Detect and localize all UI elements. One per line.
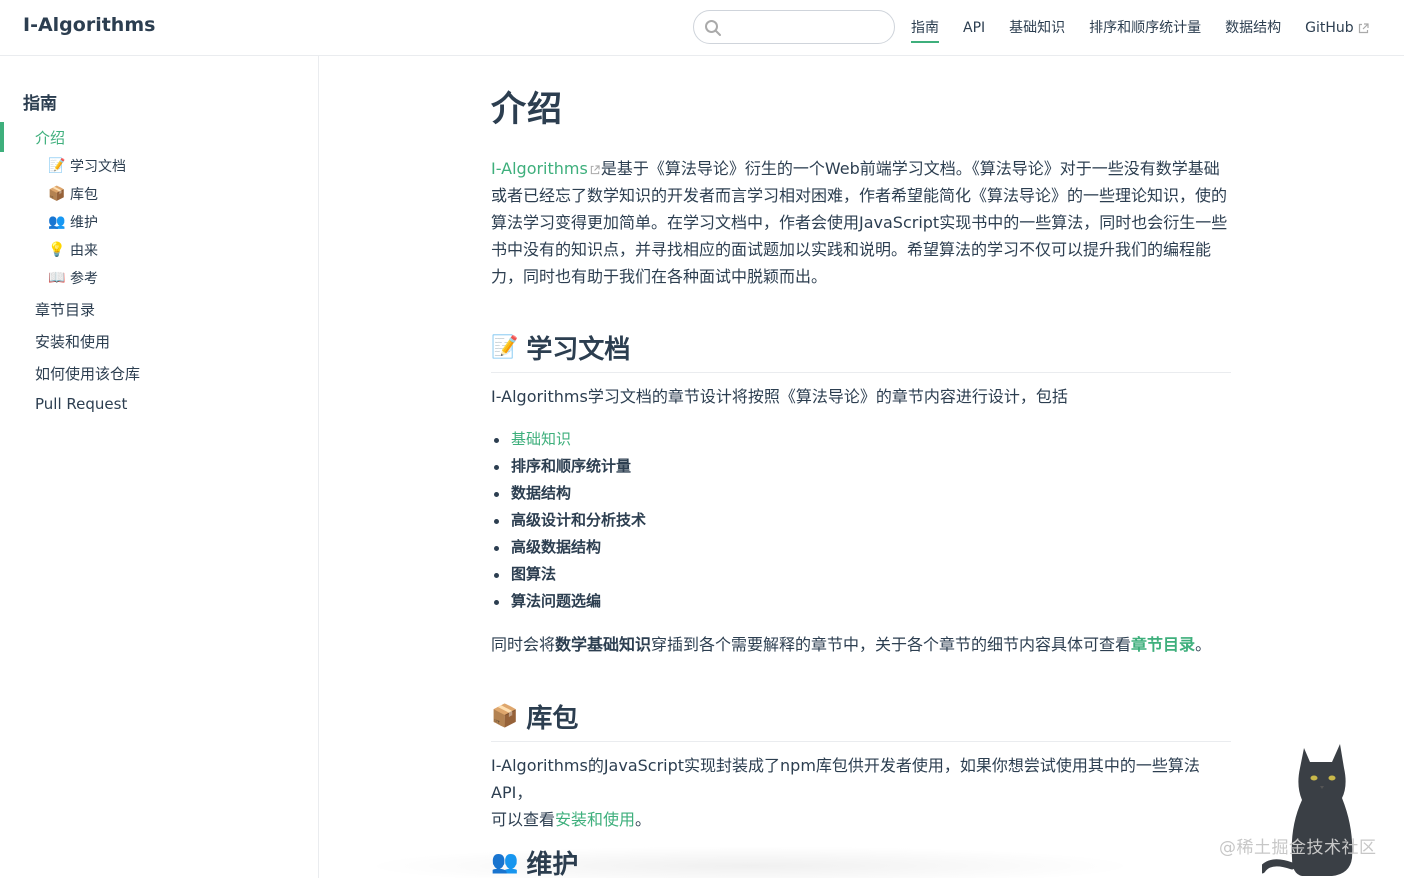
list-item: 排序和顺序统计量 bbox=[491, 453, 646, 480]
nav-item-guide[interactable]: 指南 bbox=[911, 0, 939, 56]
section-title: 库包 bbox=[526, 704, 579, 734]
docs-description: I-Algorithms学习文档的章节设计将按照《算法导论》的章节内容进行设计，… bbox=[491, 387, 1068, 406]
nav-item-github[interactable]: GitHub bbox=[1305, 0, 1369, 56]
sidebar-item-how-to-use[interactable]: 如何使用该仓库 bbox=[35, 363, 140, 384]
chapter-list: 基础知识 排序和顺序统计量 数据结构 高级设计和分析技术 高级数据结构 图算法 … bbox=[491, 426, 646, 615]
nav-item-api[interactable]: API bbox=[963, 0, 985, 56]
site-name-link[interactable]: I-Algorithms bbox=[23, 14, 155, 36]
sidebar-subitem-maintain[interactable]: 👥 维护 bbox=[48, 212, 98, 232]
intro-line: 算法学习变得更加简单。在学习文档中，作者会使用JavaScript实现书中的一些… bbox=[491, 213, 1228, 232]
install-link[interactable]: 安装和使用 bbox=[555, 810, 635, 829]
note-text: 。 bbox=[1195, 635, 1212, 654]
sidebar-item-pull-request[interactable]: Pull Request bbox=[35, 395, 127, 413]
navbar: I-Algorithms 指南 API 基础知识 排序和顺序统计量 数据结构 G… bbox=[0, 0, 1404, 56]
page-title: 介绍 bbox=[491, 90, 564, 130]
list-item[interactable]: 基础知识 bbox=[491, 426, 646, 453]
memo-icon: 📝 bbox=[491, 335, 519, 360]
sidebar-heading[interactable]: 指南 bbox=[23, 89, 57, 114]
search-input[interactable] bbox=[728, 16, 888, 38]
list-item: 高级数据结构 bbox=[491, 534, 646, 561]
intro-line: I-Algorithms 是基于《算法导论》衍生的一个Web前端学习文档。《算法导… bbox=[491, 155, 1231, 182]
package-text: 。 bbox=[635, 810, 652, 829]
sidebar-item-label: 介绍 bbox=[35, 129, 66, 147]
book-icon: 📖 bbox=[48, 270, 66, 286]
search-icon bbox=[705, 20, 721, 36]
list-item: 算法问题选编 bbox=[491, 588, 646, 615]
search-box[interactable] bbox=[693, 10, 895, 44]
sidebar-subitem-label: 库包 bbox=[70, 187, 98, 203]
nav-item-data-structures[interactable]: 数据结构 bbox=[1225, 0, 1281, 56]
project-link[interactable]: I-Algorithms bbox=[491, 159, 601, 178]
section-title: 学习文档 bbox=[526, 335, 631, 365]
intro-line: 力，同时也有助于我们在各种面试中脱颖而出。 bbox=[491, 267, 828, 286]
external-link-icon bbox=[1358, 22, 1369, 33]
external-link-icon bbox=[590, 164, 600, 174]
chapters-link[interactable]: 章节目录 bbox=[1131, 635, 1195, 654]
package-paragraph: I-Algorithms的JavaScript实现封装成了npm库包供开发者使用… bbox=[491, 752, 1231, 833]
sidebar-item-chapters[interactable]: 章节目录 bbox=[35, 299, 95, 320]
note-bold-text: 数学基础知识 bbox=[555, 635, 652, 654]
bottom-shadow bbox=[360, 846, 1140, 878]
sidebar-subitem-package[interactable]: 📦 库包 bbox=[48, 184, 98, 204]
sidebar-subitem-origin[interactable]: 💡 由来 bbox=[48, 240, 98, 260]
section-heading-docs: 📝 学习文档 bbox=[491, 329, 1231, 373]
package-icon: 📦 bbox=[491, 704, 519, 729]
package-line: I-Algorithms的JavaScript实现封装成了npm库包供开发者使用… bbox=[491, 756, 1200, 802]
sidebar-item-intro[interactable]: 介绍 bbox=[0, 122, 318, 152]
note-text: 穿插到各个需要解释的章节中，关于各个章节的细节内容具体可查看 bbox=[651, 635, 1132, 654]
nav-links: 指南 API 基础知识 排序和顺序统计量 数据结构 GitHub bbox=[911, 0, 1369, 56]
docs-note: 同时会将数学基础知识穿插到各个需要解释的章节中，关于各个章节的细节内容具体可查看… bbox=[491, 631, 1231, 658]
sidebar-subitem-label: 由来 bbox=[70, 243, 98, 259]
note-text: 同时会将 bbox=[491, 635, 556, 654]
lightbulb-icon: 💡 bbox=[48, 242, 66, 258]
sidebar-subitem-label: 学习文档 bbox=[70, 159, 126, 175]
project-link-label: I-Algorithms bbox=[491, 159, 588, 178]
memo-icon: 📝 bbox=[48, 158, 66, 174]
intro-line: 或者已经忘了数学知识的开发者而言学习相对困难，作者希望能简化《算法导论》的一些理… bbox=[491, 186, 1228, 205]
sidebar-item-install[interactable]: 安装和使用 bbox=[35, 331, 110, 352]
sidebar-subitem-reference[interactable]: 📖 参考 bbox=[48, 268, 98, 288]
package-line: 可以查看安装和使用。 bbox=[491, 806, 1231, 833]
nav-item-sorting[interactable]: 排序和顺序统计量 bbox=[1089, 0, 1201, 56]
sidebar-subitem-docs[interactable]: 📝 学习文档 bbox=[48, 156, 126, 176]
package-icon: 📦 bbox=[48, 186, 66, 202]
sidebar-subitem-label: 参考 bbox=[70, 271, 98, 287]
list-item: 数据结构 bbox=[491, 480, 646, 507]
sidebar-subitem-label: 维护 bbox=[70, 215, 98, 231]
sidebar: 指南 介绍 📝 学习文档 📦 库包 👥 维护 💡 由来 📖 参考 章节目录 安装… bbox=[0, 56, 319, 878]
section-heading-package: 📦 库包 bbox=[491, 698, 1231, 742]
intro-line: 书中没有的知识点，并寻找相应的面试题加以实践和说明。希望算法的学习不仅可以提升我… bbox=[491, 240, 1212, 259]
nav-item-github-label: GitHub bbox=[1305, 20, 1354, 36]
nav-item-basics[interactable]: 基础知识 bbox=[1009, 0, 1065, 56]
list-item: 高级设计和分析技术 bbox=[491, 507, 646, 534]
people-icon: 👥 bbox=[48, 214, 66, 230]
intro-paragraph: I-Algorithms 是基于《算法导论》衍生的一个Web前端学习文档。《算法导… bbox=[491, 155, 1231, 290]
intro-text: 是基于《算法导论》衍生的一个Web前端学习文档。《算法导论》对于一些没有数学基础 bbox=[600, 159, 1220, 178]
watermark: @稀土掘金技术社区 bbox=[1219, 838, 1377, 858]
package-text: 可以查看 bbox=[491, 810, 556, 829]
list-item: 图算法 bbox=[491, 561, 646, 588]
